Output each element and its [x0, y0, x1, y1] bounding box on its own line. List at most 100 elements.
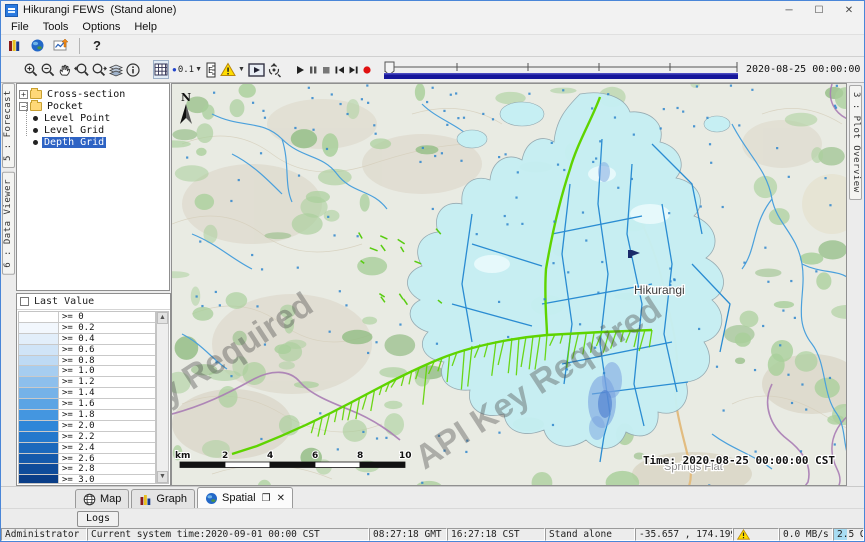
legend-row: >= 2.6: [19, 454, 155, 465]
step-back-button[interactable]: [333, 60, 346, 79]
menu-options[interactable]: Options: [75, 21, 127, 33]
legend-row: >= 2.2: [19, 432, 155, 443]
chevron-down-icon: ▼: [238, 66, 245, 73]
node-bullet-icon: [33, 140, 38, 145]
menu-tools[interactable]: Tools: [36, 21, 76, 33]
contour-interval-dropdown[interactable]: ● 0.1 ▼: [170, 60, 204, 79]
status-coordinates: -35.657 , 174.199: [635, 528, 733, 541]
chevron-down-icon: ▼: [195, 66, 202, 73]
legend-class-label: >= 1.4: [59, 388, 155, 399]
node-bullet-icon: [33, 128, 38, 133]
legend-row: >= 1.2: [19, 377, 155, 388]
legend-class-label: >= 2.4: [59, 443, 155, 454]
left-tab-strip: 5 : Forecast 6 : Data Viewer: [1, 83, 16, 486]
tab-map[interactable]: Map: [75, 489, 129, 508]
animation-icon[interactable]: [248, 60, 265, 79]
close-button[interactable]: ✕: [834, 1, 864, 19]
legend-row: >= 0.2: [19, 323, 155, 334]
current-frame-datetime: 2020-08-25 00:00:00 CST: [746, 64, 865, 75]
warnings-dropdown[interactable]: ▼: [218, 60, 247, 79]
legend-color-swatch: [19, 312, 59, 323]
data-viewer-panel: + Cross-section − Pocket Level Point Lev…: [16, 83, 171, 486]
legend-color-swatch: [19, 356, 59, 367]
pause-button[interactable]: [307, 60, 319, 79]
svg-text:8: 8: [357, 451, 363, 461]
status-warning: [733, 528, 779, 541]
legend-color-swatch: [19, 334, 59, 345]
step-forward-button[interactable]: [347, 60, 360, 79]
tree-item-depth-grid[interactable]: Depth Grid: [19, 136, 167, 148]
pan-hand-icon[interactable]: [57, 60, 73, 79]
display-tabs: Map Graph Spatial ❐ ✕: [1, 486, 864, 508]
legend-class-label: >= 1.8: [59, 410, 155, 421]
help-button[interactable]: ?: [89, 38, 105, 53]
status-mode: Stand alone: [545, 528, 635, 541]
legend-color-swatch: [19, 475, 59, 484]
scroll-up-icon[interactable]: ▲: [157, 312, 168, 324]
title-bar: Hikurangi FEWS (Stand alone) ─ ☐ ✕: [1, 1, 864, 19]
stop-button[interactable]: [320, 60, 332, 79]
chart-export-icon[interactable]: [51, 36, 70, 55]
play-button[interactable]: [294, 60, 306, 79]
minimize-button[interactable]: ─: [774, 1, 804, 19]
info-icon[interactable]: [125, 60, 141, 79]
svg-text:km: km: [175, 451, 190, 461]
legend-row: >= 2.4: [19, 443, 155, 454]
legend-class-label: >= 0.2: [59, 323, 155, 334]
tree-item-cross-section[interactable]: + Cross-section: [19, 88, 167, 100]
zoom-next-icon[interactable]: [91, 60, 107, 79]
legend-panel: Last Value >= 0 >= 0.2: [16, 293, 171, 486]
globe-icon[interactable]: [28, 36, 47, 55]
zoom-previous-icon[interactable]: [74, 60, 90, 79]
legend-class-label: >= 1.2: [59, 377, 155, 388]
tab-close-icon[interactable]: ✕: [277, 493, 285, 504]
vertical-scale-icon[interactable]: E: [205, 60, 217, 79]
svg-text:6: 6: [312, 451, 318, 461]
legend-row: >= 0.4: [19, 334, 155, 345]
expand-icon[interactable]: +: [19, 90, 28, 99]
legend-class-label: >= 2.6: [59, 454, 155, 465]
snapshot-icon[interactable]: [266, 60, 282, 79]
folder-icon: [30, 102, 42, 111]
toolbar-separator: [79, 38, 80, 54]
bar-chart-icon: [139, 493, 152, 506]
time-slider[interactable]: [382, 60, 740, 80]
tab-plot-overview[interactable]: 3 : Plot Overview: [849, 85, 862, 200]
menu-help[interactable]: Help: [127, 21, 164, 33]
last-value-checkbox[interactable]: [20, 297, 29, 306]
tab-data-viewer[interactable]: 6 : Data Viewer: [2, 172, 15, 275]
tree-item-level-point[interactable]: Level Point: [19, 112, 167, 124]
tab-graph[interactable]: Graph: [131, 489, 195, 508]
zoom-in-icon[interactable]: [23, 60, 39, 79]
database-icon[interactable]: [5, 36, 24, 55]
legend-row: >= 2.0: [19, 421, 155, 432]
grid-toggle-icon[interactable]: [153, 60, 169, 79]
node-bullet-icon: [33, 116, 38, 121]
tab-maximize-icon[interactable]: ❐: [262, 493, 271, 504]
wireframe-globe-icon: [83, 493, 96, 506]
legend-scrollbar[interactable]: ▲ ▼: [156, 311, 169, 484]
status-user: Administrator: [1, 528, 87, 541]
scroll-down-icon[interactable]: ▼: [157, 471, 168, 483]
scale-bar-segments: [180, 462, 405, 468]
tree-item-pocket[interactable]: − Pocket: [19, 100, 167, 112]
legend-color-swatch: [19, 432, 59, 443]
folder-icon: [30, 90, 42, 99]
legend-color-swatch: [19, 366, 59, 377]
spatial-map[interactable]: API Key Required API Key Required Hikura…: [171, 83, 847, 486]
layers-icon[interactable]: [108, 60, 124, 79]
zoom-out-icon[interactable]: [40, 60, 56, 79]
legend-row: >= 0: [19, 312, 155, 323]
menu-file[interactable]: File: [4, 21, 36, 33]
logs-button[interactable]: Logs: [77, 511, 119, 527]
tree-item-level-grid[interactable]: Level Grid: [19, 124, 167, 136]
contour-dot-icon: ●: [172, 65, 177, 74]
legend-class-label: >= 3.0: [59, 475, 155, 484]
svg-text:10: 10: [399, 451, 412, 461]
tab-forecast[interactable]: 5 : Forecast: [2, 83, 15, 168]
tab-spatial[interactable]: Spatial ❐ ✕: [197, 487, 293, 508]
record-button[interactable]: [361, 60, 373, 79]
maximize-button[interactable]: ☐: [804, 1, 834, 19]
legend-color-swatch: [19, 454, 59, 465]
legend-color-swatch: [19, 399, 59, 410]
